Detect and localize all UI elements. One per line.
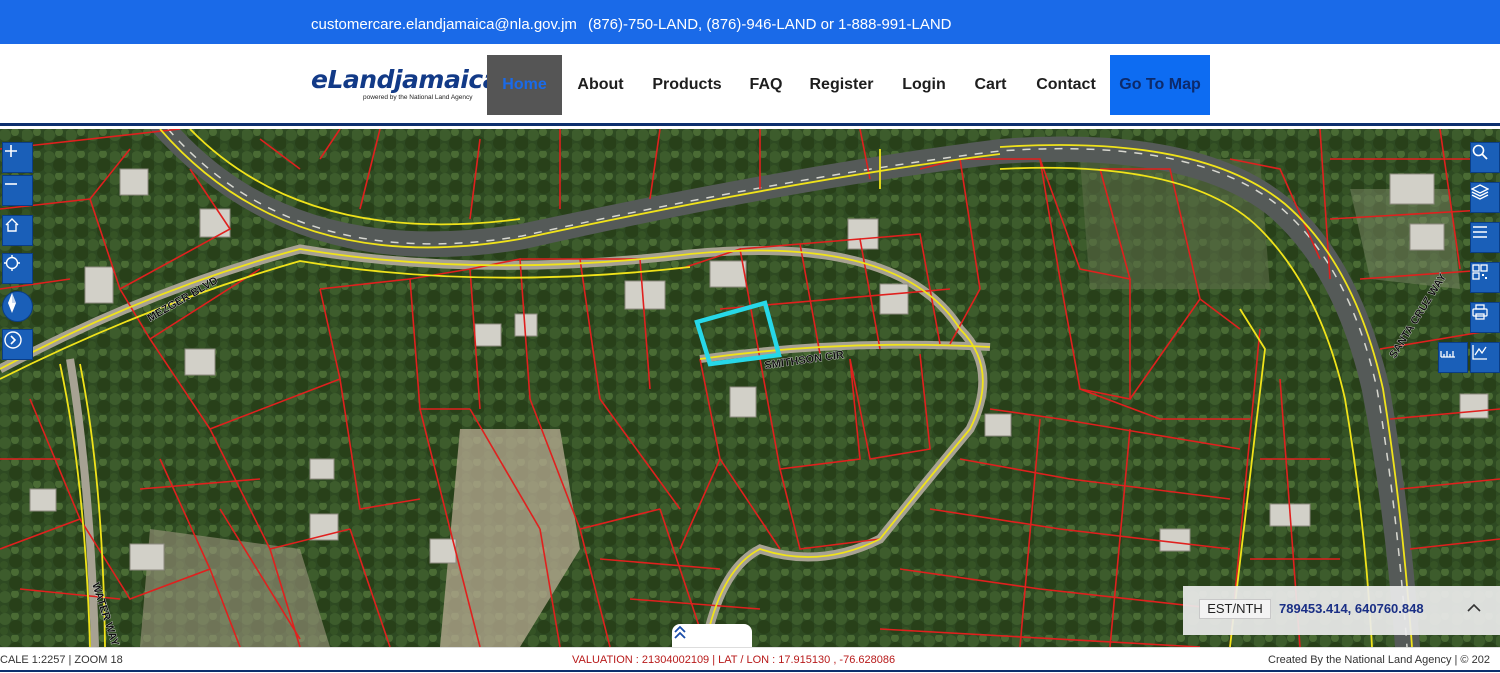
double-chevron-up-icon — [674, 625, 686, 639]
footer-rule — [0, 670, 1500, 672]
zoom-in-button[interactable] — [2, 142, 33, 173]
nav-home[interactable]: Home — [487, 55, 562, 115]
print-icon — [1472, 304, 1488, 320]
measure-icon — [1440, 351, 1455, 358]
nav-products[interactable]: Products — [648, 55, 726, 115]
compass-icon — [8, 293, 16, 313]
contact-email[interactable]: customercare.elandjamaica@nla.gov.jm — [311, 16, 577, 33]
layers-icon — [1471, 184, 1489, 200]
expand-panel-button[interactable] — [672, 624, 752, 647]
credit-text: Created By the National Land Agency | © … — [1268, 654, 1490, 666]
search-button[interactable] — [1470, 142, 1500, 173]
locate-button[interactable] — [2, 253, 33, 284]
chart-icon — [1472, 345, 1487, 360]
home-icon — [5, 218, 19, 232]
locate-icon — [4, 255, 20, 271]
measure-button[interactable] — [1438, 342, 1468, 373]
nav-faq[interactable]: FAQ — [745, 55, 787, 115]
coordinate-readout: EST/NTH 789453.414, 640760.848 — [1183, 586, 1500, 635]
coordinate-label: EST/NTH — [1199, 599, 1271, 619]
layers-button[interactable] — [1470, 182, 1500, 213]
scale-zoom-readout: CALE 1:2257 | ZOOM 18 — [0, 654, 123, 666]
menu-button[interactable] — [1470, 222, 1500, 253]
nav-about[interactable]: About — [572, 55, 629, 115]
go-to-map-button[interactable]: Go To Map — [1110, 55, 1210, 115]
chart-button[interactable] — [1470, 342, 1500, 373]
logo-brand: eLandjamaica — [311, 65, 500, 94]
status-bar: CALE 1:2257 | ZOOM 18 VALUATION : 213040… — [0, 647, 1500, 673]
logo-tagline: powered by the National Land Agency — [363, 94, 473, 101]
qr-code-button[interactable] — [1470, 262, 1500, 293]
search-icon — [1472, 144, 1488, 160]
print-button[interactable] — [1470, 302, 1500, 333]
valuation-readout: VALUATION : 21304002109 | LAT / LON : 17… — [572, 654, 896, 666]
map-view[interactable]: MEZGER BLVD SMITHSON CIR SANTA CRUZ WAY … — [0, 129, 1500, 647]
main-navigation: eLandjamaica powered by the National Lan… — [0, 44, 1500, 126]
zoom-out-icon — [5, 183, 17, 185]
nav-login[interactable]: Login — [898, 55, 950, 115]
zoom-in-icon — [5, 145, 17, 157]
next-icon — [4, 331, 22, 349]
nav-register[interactable]: Register — [805, 55, 878, 115]
nav-contact[interactable]: Contact — [1031, 55, 1101, 115]
site-logo[interactable]: eLandjamaica powered by the National Lan… — [311, 65, 500, 106]
chevron-up-icon[interactable] — [1465, 598, 1483, 618]
nav-cart[interactable]: Cart — [969, 55, 1012, 115]
coordinate-value: 789453.414, 640760.848 — [1279, 601, 1424, 616]
compass-button[interactable] — [2, 291, 33, 322]
next-extent-button[interactable] — [2, 329, 33, 360]
menu-icon — [1473, 226, 1487, 238]
map-canvas[interactable]: MEZGER BLVD SMITHSON CIR SANTA CRUZ WAY … — [0, 129, 1500, 647]
qr-code-icon — [1472, 264, 1488, 280]
contact-phones: (876)-750-LAND, (876)-946-LAND or 1-888-… — [588, 16, 952, 33]
home-extent-button[interactable] — [2, 215, 33, 246]
zoom-out-button[interactable] — [2, 175, 33, 206]
contact-bar: customercare.elandjamaica@nla.gov.jm (87… — [0, 0, 1500, 44]
